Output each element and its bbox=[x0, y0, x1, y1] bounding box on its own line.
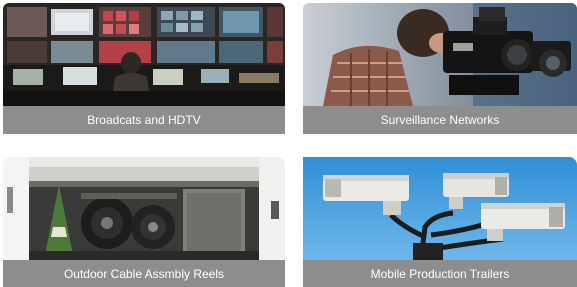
tile-caption: Outdoor Cable Assmbly Reels bbox=[3, 260, 285, 287]
tile-caption: Broadcats and HDTV bbox=[3, 106, 285, 134]
cable-reels-in-van-image bbox=[3, 157, 285, 260]
tile-outdoor-cable-reels[interactable]: Outdoor Cable Assmbly Reels bbox=[3, 157, 285, 287]
broadcast-control-room-image bbox=[3, 3, 285, 106]
tile-mobile-production-trailers[interactable]: Mobile Production Trailers bbox=[303, 157, 577, 287]
camera-operator-image bbox=[303, 3, 577, 106]
tile-caption: Mobile Production Trailers bbox=[303, 260, 577, 287]
security-cameras-image bbox=[303, 157, 577, 260]
tile-broadcast-hdtv[interactable]: Broadcats and HDTV bbox=[3, 3, 285, 134]
tile-surveillance-networks[interactable]: Surveillance Networks bbox=[303, 3, 577, 134]
tile-caption: Surveillance Networks bbox=[303, 106, 577, 134]
